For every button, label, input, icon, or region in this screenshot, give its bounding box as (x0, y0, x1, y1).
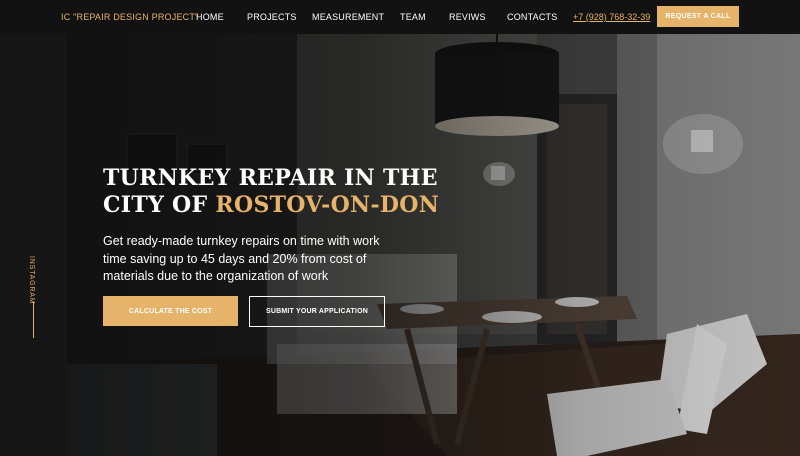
hero-title-prefix: CITY OF (103, 192, 208, 218)
hero-title: TURNKEY REPAIR IN THE CITY OF ROSTOV-ON-… (103, 165, 439, 219)
nav-projects[interactable]: PROJECTS (247, 12, 297, 22)
social-sidebar: INSTAGRAM (0, 34, 67, 456)
submit-application-button[interactable]: SUBMIT YOUR APPLICATION (249, 296, 385, 327)
hero-title-line2: CITY OF ROSTOV-ON-DON (103, 192, 439, 219)
hero-title-city: ROSTOV-ON-DON (215, 192, 440, 218)
nav-measurement[interactable]: MEASUREMENT (312, 12, 384, 22)
calculate-cost-button[interactable]: CALCULATE THE COST (103, 296, 238, 326)
phone-link[interactable]: +7 (928) 768-32-39 (573, 12, 650, 22)
nav-team[interactable]: TEAM (400, 12, 426, 22)
nav-contacts[interactable]: CONTACTS (507, 12, 557, 22)
nav-home[interactable]: HOME (196, 12, 224, 22)
hero-subtitle: Get ready-made turnkey repairs on time w… (103, 234, 380, 283)
instagram-link[interactable]: INSTAGRAM (28, 256, 35, 304)
hero-title-line1: TURNKEY REPAIR IN THE (103, 165, 438, 191)
request-call-button[interactable]: REQUEST A CALL (657, 6, 739, 27)
nav-reviews[interactable]: REVIWS (449, 12, 486, 22)
site-logo[interactable]: IC "REPAIR DESIGN PROJECT" (61, 12, 198, 22)
sidebar-divider (33, 302, 34, 338)
site-header: IC "REPAIR DESIGN PROJECT" HOME PROJECTS… (0, 0, 800, 34)
